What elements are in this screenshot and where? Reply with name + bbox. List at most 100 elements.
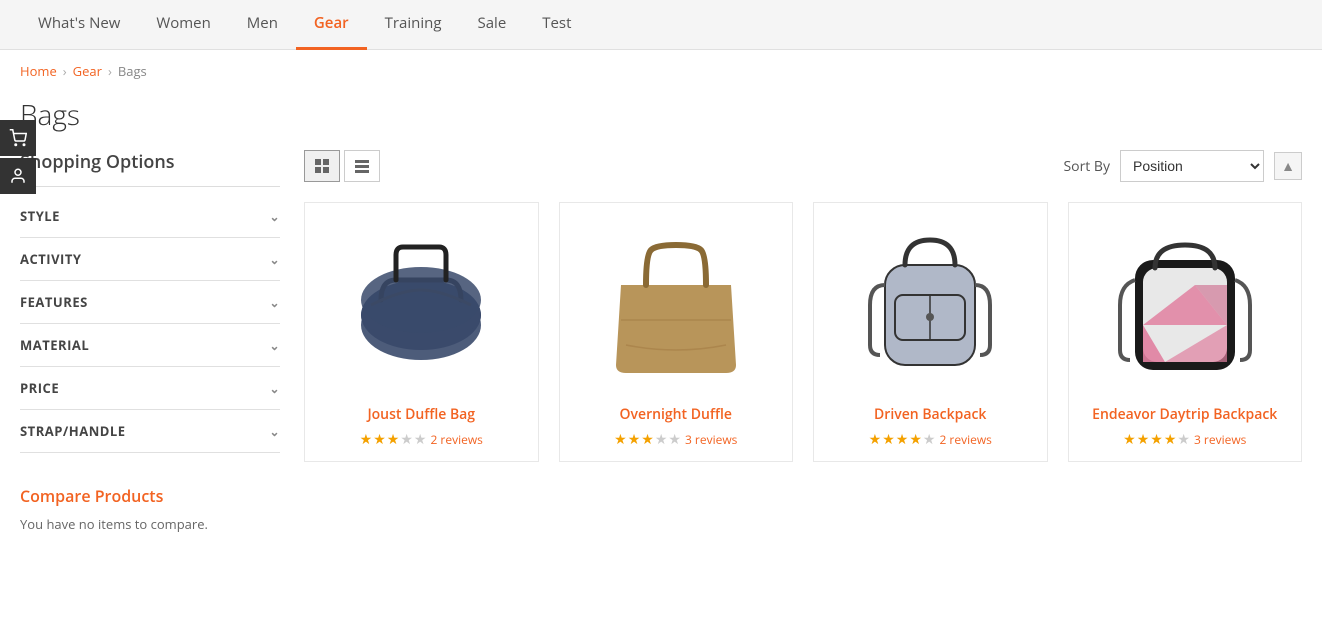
chevron-down-icon: ⌄: [269, 423, 280, 440]
view-buttons: [304, 150, 380, 182]
chevron-down-icon: ⌄: [269, 251, 280, 268]
nav-item-women[interactable]: Women: [138, 0, 228, 50]
star-icon: ★: [1150, 430, 1163, 449]
main-layout: Shopping Options STYLE ⌄ ACTIVITY ⌄ FEAT…: [0, 150, 1322, 533]
shopping-options-title: Shopping Options: [20, 150, 280, 187]
filter-label: ACTIVITY: [20, 250, 81, 268]
nav-item-test[interactable]: Test: [524, 0, 589, 50]
filter-header[interactable]: ACTIVITY ⌄: [20, 238, 280, 280]
filter-label: PRICE: [20, 379, 59, 397]
product-card[interactable]: Driven Backpack ★★★★★ 2 reviews: [813, 202, 1048, 462]
reviews-link[interactable]: 3 reviews: [1194, 431, 1246, 448]
star-icon: ★: [400, 430, 413, 449]
star-icon: ★: [668, 430, 681, 449]
chevron-down-icon: ⌄: [269, 337, 280, 354]
compare-title: Compare Products: [20, 485, 280, 507]
compare-text: You have no items to compare.: [20, 515, 280, 533]
product-card[interactable]: Overnight Duffle ★★★★★ 3 reviews: [559, 202, 794, 462]
star-icon: ★: [909, 430, 922, 449]
star-icon: ★: [882, 430, 895, 449]
chevron-down-icon: ⌄: [269, 208, 280, 225]
stars-row: ★★★★★ 2 reviews: [826, 430, 1035, 449]
stars-row: ★★★★★ 2 reviews: [317, 430, 526, 449]
sidebar: Shopping Options STYLE ⌄ ACTIVITY ⌄ FEAT…: [20, 150, 280, 533]
stars: ★★★★★: [360, 430, 427, 449]
star-icon: ★: [641, 430, 654, 449]
product-name[interactable]: Overnight Duffle: [572, 405, 781, 424]
filter-item-style: STYLE ⌄: [20, 195, 280, 238]
star-icon: ★: [1164, 430, 1177, 449]
user-float-icon[interactable]: [0, 158, 36, 194]
filter-label: STRAP/HANDLE: [20, 422, 126, 440]
breadcrumb-current: Bags: [118, 62, 147, 80]
nav-item-sale[interactable]: Sale: [459, 0, 524, 50]
stars-row: ★★★★★ 3 reviews: [1081, 430, 1290, 449]
sort-direction-button[interactable]: ▲: [1274, 152, 1302, 180]
products-grid: Joust Duffle Bag ★★★★★ 2 reviews Overnig…: [304, 202, 1302, 462]
filter-label: FEATURES: [20, 293, 88, 311]
star-icon: ★: [1137, 430, 1150, 449]
sort-area: Sort By PositionProduct NamePrice ▲: [1063, 150, 1302, 182]
product-image: [317, 215, 526, 395]
top-nav: What's NewWomenMenGearTrainingSaleTest: [0, 0, 1322, 50]
product-image: [826, 215, 1035, 395]
star-icon: ★: [923, 430, 936, 449]
product-card[interactable]: Endeavor Daytrip Backpack ★★★★★ 3 review…: [1068, 202, 1303, 462]
product-name[interactable]: Endeavor Daytrip Backpack: [1081, 405, 1290, 424]
breadcrumb-home[interactable]: Home: [20, 62, 57, 80]
filter-item-features: FEATURES ⌄: [20, 281, 280, 324]
star-icon: ★: [387, 430, 400, 449]
star-icon: ★: [1123, 430, 1136, 449]
breadcrumb-gear[interactable]: Gear: [73, 62, 102, 80]
reviews-link[interactable]: 3 reviews: [685, 431, 737, 448]
filter-label: STYLE: [20, 207, 60, 225]
breadcrumb: Home › Gear › Bags: [0, 50, 1322, 92]
product-area: Sort By PositionProduct NamePrice ▲ Jous…: [304, 150, 1302, 533]
stars: ★★★★★: [614, 430, 681, 449]
filter-header[interactable]: STYLE ⌄: [20, 195, 280, 237]
compare-section: Compare Products You have no items to co…: [20, 485, 280, 533]
reviews-link[interactable]: 2 reviews: [939, 431, 991, 448]
filter-label: MATERIAL: [20, 336, 89, 354]
filter-item-price: PRICE ⌄: [20, 367, 280, 410]
star-icon: ★: [628, 430, 641, 449]
nav-item-gear[interactable]: Gear: [296, 0, 367, 50]
filter-header[interactable]: MATERIAL ⌄: [20, 324, 280, 366]
chevron-down-icon: ⌄: [269, 380, 280, 397]
stars: ★★★★★: [1123, 430, 1190, 449]
star-icon: ★: [360, 430, 373, 449]
product-card[interactable]: Joust Duffle Bag ★★★★★ 2 reviews: [304, 202, 539, 462]
product-image: [1081, 215, 1290, 395]
nav-item-whatsnew[interactable]: What's New: [20, 0, 138, 50]
page-title: Bags: [0, 92, 1322, 150]
star-icon: ★: [655, 430, 668, 449]
star-icon: ★: [373, 430, 386, 449]
product-image: [572, 215, 781, 395]
star-icon: ★: [869, 430, 882, 449]
sort-label: Sort By: [1063, 157, 1110, 176]
star-icon: ★: [414, 430, 427, 449]
grid-view-button[interactable]: [304, 150, 340, 182]
left-float-icons: [0, 120, 36, 196]
nav-item-men[interactable]: Men: [229, 0, 296, 50]
filter-header[interactable]: FEATURES ⌄: [20, 281, 280, 323]
chevron-down-icon: ⌄: [269, 294, 280, 311]
filter-item-activity: ACTIVITY ⌄: [20, 238, 280, 281]
toolbar: Sort By PositionProduct NamePrice ▲: [304, 150, 1302, 182]
filter-item-straphandle: STRAP/HANDLE ⌄: [20, 410, 280, 453]
stars-row: ★★★★★ 3 reviews: [572, 430, 781, 449]
filter-header[interactable]: PRICE ⌄: [20, 367, 280, 409]
reviews-link[interactable]: 2 reviews: [430, 431, 482, 448]
sort-select[interactable]: PositionProduct NamePrice: [1120, 150, 1264, 182]
nav-item-training[interactable]: Training: [367, 0, 460, 50]
filter-header[interactable]: STRAP/HANDLE ⌄: [20, 410, 280, 452]
filter-item-material: MATERIAL ⌄: [20, 324, 280, 367]
filters-list: STYLE ⌄ ACTIVITY ⌄ FEATURES ⌄ MATERIAL ⌄…: [20, 195, 280, 453]
stars: ★★★★★: [869, 430, 936, 449]
star-icon: ★: [1177, 430, 1190, 449]
product-name[interactable]: Driven Backpack: [826, 405, 1035, 424]
list-view-button[interactable]: [344, 150, 380, 182]
star-icon: ★: [614, 430, 627, 449]
product-name[interactable]: Joust Duffle Bag: [317, 405, 526, 424]
cart-float-icon[interactable]: [0, 120, 36, 156]
